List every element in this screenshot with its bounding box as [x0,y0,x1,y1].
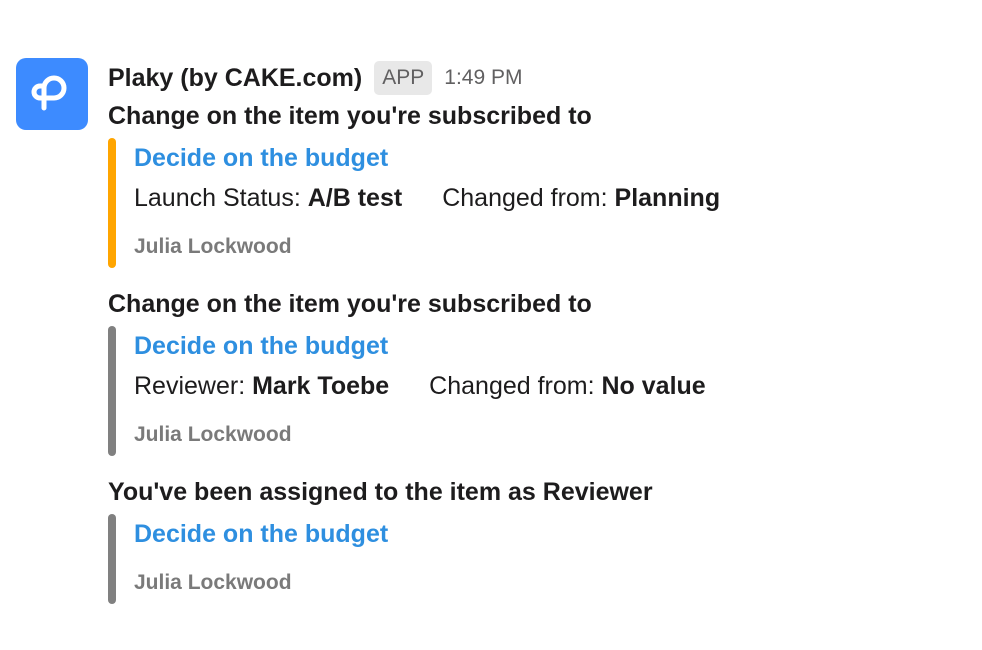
author-name: Julia Lockwood [134,235,292,258]
author-name: Julia Lockwood [134,571,292,594]
app-badge: APP [374,61,433,95]
author-name: Julia Lockwood [134,423,292,446]
plaky-logo-icon [31,75,67,111]
attachment: Decide on the budget Julia Lockwood [108,514,958,604]
attachment-color-bar [108,326,116,456]
item-link[interactable]: Decide on the budget [134,326,958,366]
changed-from-value: No value [601,372,706,400]
changed-from-label: Changed from: [429,372,602,400]
changed-from-value: Planning [614,184,721,212]
attachment: Decide on the budget Reviewer: Mark Toeb… [108,326,958,456]
field-change: Reviewer: Mark Toebe Changed from: No val… [134,366,958,406]
field-label: Launch Status: [134,184,308,212]
notification-block: Change on the item you're subscribed to … [108,98,958,268]
changed-from-label: Changed from: [442,184,615,212]
item-link[interactable]: Decide on the budget [134,514,958,554]
avatar[interactable] [16,58,88,130]
attachment-color-bar [108,514,116,604]
field-change: Launch Status: A/B test Changed from: Pla… [134,178,958,218]
notification-heading: Change on the item you're subscribed to [108,290,592,318]
notification-block: Change on the item you're subscribed to … [108,286,958,456]
item-link[interactable]: Decide on the budget [134,138,958,178]
field-value: A/B test [307,184,403,212]
attachment: Decide on the budget Launch Status: A/B … [108,138,958,268]
timestamp[interactable]: 1:49 PM [444,66,522,90]
field-label: Reviewer: [134,372,253,400]
field-value: Mark Toebe [252,372,390,400]
message-header: Plaky (by CAKE.com) APP 1:49 PM [108,58,958,98]
attachment-color-bar [108,138,116,268]
notification-heading: Change on the item you're subscribed to [108,102,592,130]
notification-heading: You've been assigned to the item as Revi… [108,478,653,506]
sender-name[interactable]: Plaky (by CAKE.com) [108,64,362,93]
notification-block: You've been assigned to the item as Revi… [108,474,958,604]
message-content: Plaky (by CAKE.com) APP 1:49 PM Change o… [108,58,958,622]
